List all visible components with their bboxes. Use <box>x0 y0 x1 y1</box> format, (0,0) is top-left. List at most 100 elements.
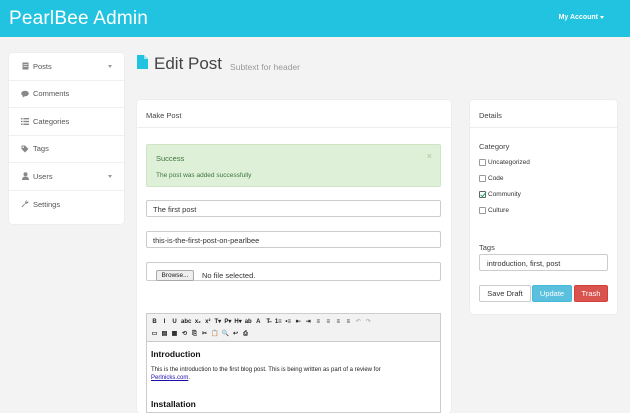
save-draft-button[interactable]: Save Draft <box>479 285 531 302</box>
file-upload-field[interactable]: Browse... No file selected. <box>146 262 441 281</box>
sidebar-item-users[interactable]: Users <box>9 163 124 191</box>
checkbox-label: Culture <box>488 207 509 214</box>
toolbar-button[interactable]: ↷ <box>364 317 373 327</box>
checkbox[interactable] <box>479 175 486 182</box>
toolbar-button[interactable]: ≡ <box>314 317 323 327</box>
toolbar-button[interactable]: ⇥ <box>304 317 313 327</box>
my-account-label: My Account <box>558 14 598 21</box>
toolbar-button[interactable]: ↶ <box>354 317 363 327</box>
sidebar-item-label: Users <box>33 171 53 181</box>
sidebar-item-tags[interactable]: Tags <box>9 136 124 163</box>
toolbar-button[interactable]: ≡ <box>334 317 343 327</box>
sidebar-item-comments[interactable]: Comments <box>9 81 124 108</box>
sidebar: Posts Comments Categories Tags Users Set… <box>9 53 124 224</box>
tag-icon <box>21 145 29 153</box>
toolbar-button[interactable]: ⎙ <box>241 329 250 339</box>
category-checkbox-uncategorized[interactable]: Uncategorized <box>479 159 530 166</box>
toolbar-button[interactable]: ⟲ <box>180 329 189 339</box>
details-panel: Details Category Uncategorized Code Comm… <box>470 100 617 314</box>
file-icon <box>137 54 148 74</box>
success-alert: Success The post was added successfully … <box>146 144 441 187</box>
sidebar-item-label: Posts <box>33 61 52 71</box>
file-status: No file selected. <box>202 271 256 280</box>
toolbar-button[interactable]: T▾ <box>213 317 222 327</box>
page-title: Edit Post <box>154 54 223 73</box>
checkbox-label: Uncategorized <box>488 159 530 166</box>
toolbar-button[interactable]: B <box>150 317 159 327</box>
sidebar-item-categories[interactable]: Categories <box>9 108 124 136</box>
toolbar-button[interactable]: ▤ <box>160 329 169 339</box>
toolbar-button[interactable]: abc <box>180 317 192 327</box>
rich-text-editor[interactable]: B I Uabc x₂ x² T▾ P▾ H▾ ab A T̶ 1≡ •≡ ⇤ ⇥ ≡ ≡ ≡ ≡ ↶ ↷ ▭ ▤ ▦ ⟲ ⎘ ✂… <box>146 313 441 413</box>
toolbar-button[interactable]: P▾ <box>223 317 232 327</box>
chevron-down-icon <box>108 65 112 68</box>
make-post-panel: Make Post Success The post was added suc… <box>137 100 451 413</box>
toolbar-button[interactable]: x² <box>203 317 212 327</box>
paragraph-text: . <box>188 375 191 381</box>
toolbar-button[interactable]: 1≡ <box>274 317 283 327</box>
content-link[interactable]: Perlnicks.com <box>151 375 188 381</box>
toolbar-button[interactable]: ab <box>244 317 253 327</box>
chevron-down-icon <box>600 15 604 19</box>
editor-content[interactable]: Introduction This is the introduction to… <box>147 342 440 412</box>
toolbar-button[interactable]: ▦ <box>170 329 179 339</box>
toolbar-button[interactable]: A <box>254 317 263 327</box>
checkbox[interactable] <box>479 159 486 166</box>
toolbar-button[interactable]: ≡ <box>344 317 353 327</box>
toolbar-button[interactable]: 🔍 <box>220 329 229 339</box>
toolbar-button[interactable]: ↩ <box>231 329 240 339</box>
page-header: Edit Post Subtext for header <box>137 52 300 76</box>
toolbar-button[interactable]: ▭ <box>150 329 159 339</box>
sidebar-item-label: Categories <box>33 116 70 126</box>
panel-title: Details <box>470 100 617 128</box>
checkbox-label: Code <box>488 175 504 182</box>
toolbar-button[interactable]: T̶ <box>264 317 273 327</box>
toolbar-button[interactable]: ≡ <box>324 317 333 327</box>
post-slug-input[interactable]: this-is-the-first-post-on-pearlbee <box>146 231 441 248</box>
sidebar-item-posts[interactable]: Posts <box>9 53 124 81</box>
chevron-down-icon <box>108 175 112 178</box>
toolbar-button[interactable]: ⇤ <box>294 317 303 327</box>
editor-toolbar: B I Uabc x₂ x² T▾ P▾ H▾ ab A T̶ 1≡ •≡ ⇤ ⇥ ≡ ≡ ≡ ≡ ↶ ↷ ▭ ▤ ▦ ⟲ ⎘ ✂… <box>147 314 440 342</box>
toolbar-button[interactable]: x₂ <box>193 317 202 327</box>
paragraph-text: This is the introduction to the first bl… <box>151 367 381 373</box>
sidebar-item-label: Settings <box>33 199 61 209</box>
toolbar-button[interactable]: ✂ <box>200 329 209 339</box>
toolbar-button[interactable]: U <box>170 317 179 327</box>
toolbar-button[interactable]: H▾ <box>233 317 242 327</box>
content-paragraph: This is the introduction to the first bl… <box>151 366 436 382</box>
sidebar-item-label: Comments <box>33 89 70 99</box>
my-account-dropdown[interactable]: My Account <box>559 14 604 21</box>
close-icon[interactable]: × <box>427 151 432 161</box>
page-subtitle: Subtext for header <box>230 61 300 72</box>
toolbar-button[interactable]: 📋 <box>210 329 219 339</box>
toolbar-button[interactable]: I <box>160 317 169 327</box>
user-icon <box>21 172 29 181</box>
content-heading: Installation <box>151 399 196 409</box>
category-checkbox-culture[interactable]: Culture <box>479 207 509 214</box>
top-navbar: PearlBee Admin My Account <box>0 0 630 37</box>
toolbar-button[interactable]: ⎘ <box>190 329 199 339</box>
browse-button[interactable]: Browse... <box>156 270 194 281</box>
category-checkbox-community[interactable]: Community <box>479 191 521 198</box>
checkbox[interactable] <box>479 207 486 214</box>
toolbar-button[interactable]: •≡ <box>284 317 293 327</box>
category-checkbox-code[interactable]: Code <box>479 175 504 182</box>
category-label: Category <box>479 142 510 151</box>
tags-label: Tags <box>479 243 495 252</box>
sidebar-item-settings[interactable]: Settings <box>9 191 124 219</box>
update-button[interactable]: Update <box>532 285 572 302</box>
tags-input[interactable]: introduction, first, post <box>479 254 608 271</box>
list-icon <box>21 117 29 125</box>
post-title-input[interactable]: The first post <box>146 200 441 217</box>
checkbox-label: Community <box>488 191 521 198</box>
checkbox[interactable] <box>479 191 486 198</box>
alert-message: The post was added successfully <box>156 172 252 179</box>
comment-icon <box>21 90 29 98</box>
alert-title: Success <box>156 154 185 163</box>
editor-toolbar-row: ▭ ▤ ▦ ⟲ ⎘ ✂ 📋 🔍 ↩ ⎙ <box>150 329 437 340</box>
brand-logo[interactable]: PearlBee Admin <box>9 8 148 30</box>
trash-button[interactable]: Trash <box>574 285 608 302</box>
sidebar-item-label: Tags <box>33 144 49 154</box>
editor-toolbar-row: B I Uabc x₂ x² T▾ P▾ H▾ ab A T̶ 1≡ •≡ ⇤ ⇥ ≡ ≡ ≡ ≡ ↶ ↷ <box>150 317 437 328</box>
